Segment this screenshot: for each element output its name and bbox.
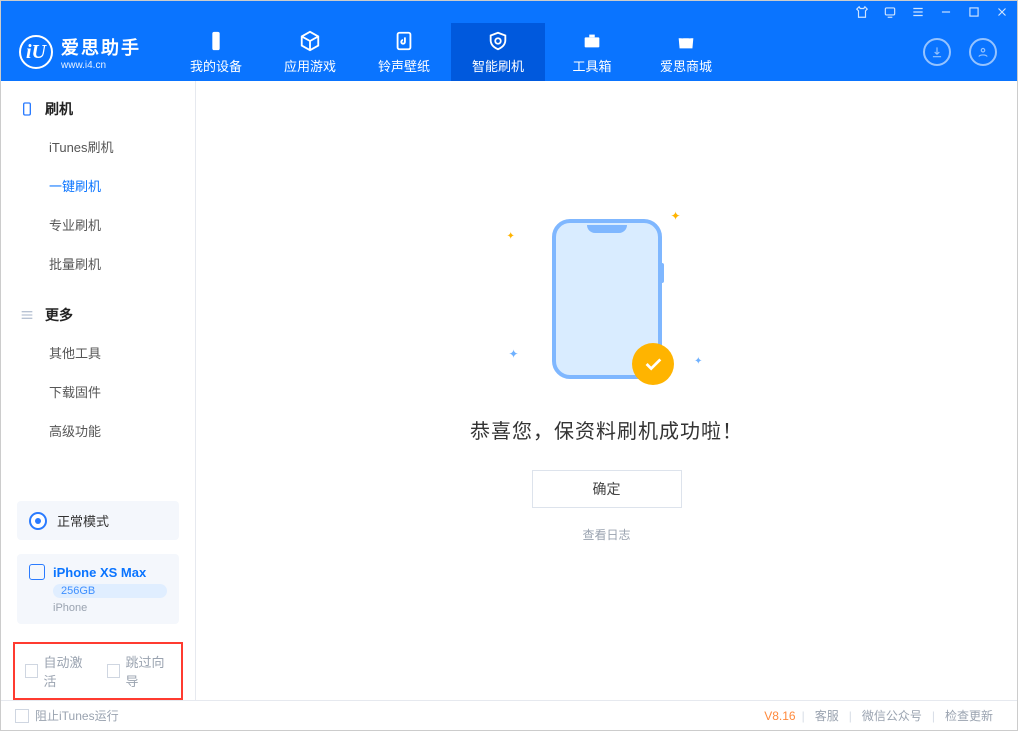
refresh-shield-icon [487, 30, 509, 52]
music-icon [393, 30, 415, 52]
tab-label: 我的设备 [190, 56, 242, 75]
checkbox-label: 阻止iTunes运行 [35, 707, 119, 724]
app-logo: iU 爱思助手 www.i4.cn [19, 34, 141, 71]
device-name: iPhone XS Max [53, 565, 146, 580]
tab-label: 铃声壁纸 [378, 56, 430, 75]
tab-label: 应用游戏 [284, 56, 336, 75]
checkbox-label: 自动激活 [44, 652, 90, 690]
main-content: ✦ ✦ ✦ ✦ 恭喜您，保资料刷机成功啦！ 确定 查看日志 [196, 81, 1017, 700]
app-site: www.i4.cn [61, 60, 141, 71]
footer: 阻止iTunes运行 V8.16 | 客服 | 微信公众号 | 检查更新 [1, 700, 1017, 730]
sidebar-item-pro[interactable]: 专业刷机 [1, 205, 195, 244]
highlighted-options: 自动激活 跳过向导 [13, 642, 183, 700]
skin-icon[interactable] [855, 5, 869, 19]
sparkle-icon: ✦ [670, 209, 680, 223]
menu-icon[interactable] [911, 5, 925, 19]
phone-icon [19, 101, 35, 117]
sidebar-section-flash: 刷机 [1, 99, 195, 119]
sidebar-item-othertools[interactable]: 其他工具 [1, 333, 195, 372]
device-card[interactable]: iPhone XS Max 256GB iPhone [17, 554, 179, 624]
titlebar [1, 1, 1017, 23]
tab-apps[interactable]: 应用游戏 [263, 23, 357, 81]
maximize-icon[interactable] [967, 5, 981, 19]
checkbox-icon [25, 664, 38, 678]
close-icon[interactable] [995, 5, 1009, 19]
version-label: V8.16 [764, 709, 795, 723]
device-type: iPhone [53, 602, 167, 614]
sparkle-icon: ✦ [694, 356, 702, 367]
auto-activate-checkbox[interactable]: 自动激活 [25, 652, 89, 690]
tab-ring[interactable]: 铃声壁纸 [357, 23, 451, 81]
more-icon [19, 307, 35, 323]
tab-label: 爱思商城 [660, 56, 712, 75]
tab-flash[interactable]: 智能刷机 [451, 23, 545, 81]
store-icon [675, 30, 697, 52]
tab-store[interactable]: 爱思商城 [639, 23, 733, 81]
checkbox-icon [107, 664, 120, 678]
device-icon [29, 564, 45, 580]
tab-label: 智能刷机 [472, 56, 524, 75]
tab-toolbox[interactable]: 工具箱 [545, 23, 639, 81]
sidebar-section-more: 更多 [1, 305, 195, 325]
section-title: 刷机 [45, 99, 73, 119]
section-title: 更多 [45, 305, 73, 325]
block-itunes-checkbox[interactable]: 阻止iTunes运行 [15, 707, 119, 724]
download-button[interactable] [923, 38, 951, 66]
ok-button[interactable]: 确定 [532, 470, 682, 508]
sidebar-item-onekey[interactable]: 一键刷机 [1, 166, 195, 205]
success-message: 恭喜您，保资料刷机成功啦！ [470, 415, 743, 444]
logo-badge: iU [19, 35, 53, 69]
cube-icon [299, 30, 321, 52]
footer-link-support[interactable]: 客服 [815, 707, 839, 724]
device-storage: 256GB [53, 584, 167, 598]
app-name: 爱思助手 [61, 34, 141, 60]
feedback-icon[interactable] [883, 5, 897, 19]
header-tabs: 我的设备 应用游戏 铃声壁纸 智能刷机 工具箱 爱思商城 [169, 23, 733, 81]
mode-label: 正常模式 [57, 511, 109, 530]
skip-guide-checkbox[interactable]: 跳过向导 [107, 652, 171, 690]
checkbox-icon [15, 709, 29, 723]
header: iU 爱思助手 www.i4.cn 我的设备 应用游戏 铃声壁纸 智能刷机 工具… [1, 23, 1017, 81]
footer-link-wechat[interactable]: 微信公众号 [862, 707, 922, 724]
sparkle-icon: ✦ [509, 347, 519, 361]
tab-device[interactable]: 我的设备 [169, 23, 263, 81]
sidebar: 刷机 iTunes刷机 一键刷机 专业刷机 批量刷机 更多 其他工具 下载固件 … [1, 81, 196, 700]
mode-icon [29, 512, 47, 530]
sidebar-item-batch[interactable]: 批量刷机 [1, 244, 195, 283]
tab-label: 工具箱 [572, 56, 611, 75]
phone-illustration [552, 219, 662, 379]
toolbox-icon [581, 30, 603, 52]
success-check-icon [632, 343, 674, 385]
device-icon [205, 30, 227, 52]
checkbox-label: 跳过向导 [126, 652, 172, 690]
sidebar-item-advanced[interactable]: 高级功能 [1, 411, 195, 450]
sparkle-icon: ✦ [507, 231, 515, 242]
minimize-icon[interactable] [939, 5, 953, 19]
account-button[interactable] [969, 38, 997, 66]
mode-card[interactable]: 正常模式 [17, 501, 179, 540]
footer-link-update[interactable]: 检查更新 [945, 707, 993, 724]
sidebar-item-itunes[interactable]: iTunes刷机 [1, 127, 195, 166]
view-log-link[interactable]: 查看日志 [582, 526, 630, 543]
sidebar-item-firmware[interactable]: 下载固件 [1, 372, 195, 411]
